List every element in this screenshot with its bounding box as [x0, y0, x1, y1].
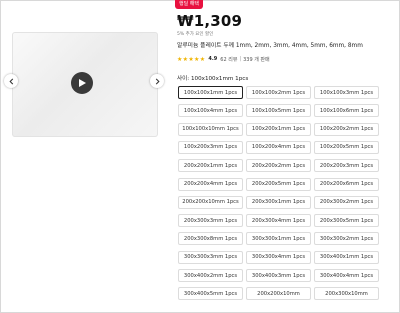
option-chip[interactable]: 200x200x10mm 1pcs [178, 195, 243, 209]
option-chip[interactable]: 300x300x1mm 1pcs [246, 232, 311, 246]
rating-row[interactable]: ★★★★★ 4.9 62 리뷰 | 339 개 판매 [177, 55, 270, 63]
option-chip[interactable]: 200x300x8mm 1pcs [178, 232, 243, 246]
sold-count: 339 개 판매 [243, 56, 270, 63]
product-gallery [4, 22, 164, 148]
option-chip[interactable]: 200x300x10mm [314, 287, 379, 301]
rating-stars: ★★★★★ [177, 55, 206, 63]
option-chip[interactable]: 300x300x2mm 1pcs [314, 232, 379, 246]
option-chip[interactable]: 100x100x1mm 1pcs [178, 86, 243, 99]
option-chip[interactable]: 200x200x1mm 1pcs [178, 159, 243, 173]
option-chip[interactable]: 200x200x3mm 1pcs [314, 159, 379, 173]
chevron-right-icon[interactable] [150, 74, 164, 88]
option-chip[interactable]: 200x200x6mm 1pcs [314, 177, 379, 191]
option-chip[interactable]: 200x200x10mm [246, 287, 311, 301]
option-chip[interactable]: 300x400x2mm 1pcs [178, 269, 243, 282]
option-chip[interactable]: 300x300x4mm 1pcs [246, 250, 311, 264]
option-chip[interactable]: 200x200x2mm 1pcs [246, 159, 311, 173]
option-chip[interactable]: 300x400x5mm 1pcs [178, 287, 243, 301]
deal-badge: 행딜 해택 [175, 0, 203, 9]
option-chip[interactable]: 200x200x4mm 1pcs [178, 177, 243, 191]
option-chip[interactable]: 200x300x2mm 1pcs [314, 195, 379, 209]
option-chip[interactable]: 200x200x5mm 1pcs [246, 177, 311, 191]
separator: | [239, 56, 242, 62]
review-count[interactable]: 62 리뷰 [220, 56, 237, 63]
option-chip[interactable]: 100x100x6mm 1pcs [314, 104, 379, 118]
option-chip[interactable]: 300x400x1mm 1pcs [314, 250, 379, 264]
option-chip[interactable]: 100x100x10mm 1pcs [178, 122, 243, 136]
play-icon[interactable] [71, 72, 93, 94]
option-chip[interactable]: 200x300x1mm 1pcs [246, 195, 311, 209]
option-chip[interactable]: 300x400x3mm 1pcs [246, 269, 311, 282]
option-label: 사이: 100x100x1mm 1pcs [177, 76, 249, 82]
option-chip[interactable]: 200x300x5mm 1pcs [314, 214, 379, 228]
option-chip[interactable]: 100x100x5mm 1pcs [246, 104, 311, 118]
option-chip[interactable]: 200x300x4mm 1pcs [246, 214, 311, 228]
option-chip[interactable]: 100x200x5mm 1pcs [314, 140, 379, 154]
option-chip[interactable]: 200x300x3mm 1pcs [178, 214, 243, 228]
price: ₩1,309 [177, 12, 243, 30]
discount-note: 5% 추가 요인 할인 [177, 32, 214, 37]
option-chip[interactable]: 100x200x1mm 1pcs [246, 122, 311, 136]
rating-score: 4.9 [208, 56, 218, 62]
chevron-left-icon[interactable] [4, 74, 18, 88]
option-chip[interactable]: 100x200x4mm 1pcs [246, 140, 311, 154]
option-chip[interactable]: 100x100x2mm 1pcs [246, 86, 311, 99]
option-chip[interactable]: 100x200x3mm 1pcs [178, 140, 243, 154]
product-title: 알루미늄 플레이트 두께 1mm, 2mm, 3mm, 4mm, 5mm, 6m… [177, 43, 363, 49]
option-chip[interactable]: 100x200x2mm 1pcs [314, 122, 379, 136]
option-chip[interactable]: 300x300x3mm 1pcs [178, 250, 243, 264]
option-chip[interactable]: 300x400x4mm 1pcs [314, 269, 379, 282]
option-chip[interactable]: 100x100x4mm 1pcs [178, 104, 243, 118]
option-chip[interactable]: 100x100x3mm 1pcs [314, 86, 379, 99]
